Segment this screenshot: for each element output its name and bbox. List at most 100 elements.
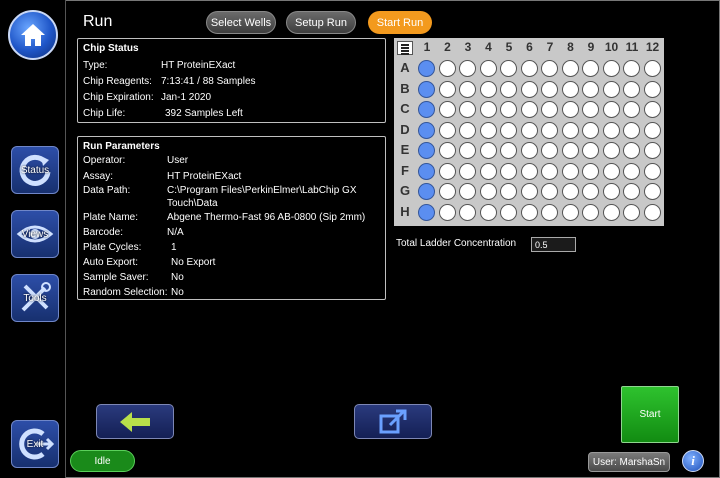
- well-C7[interactable]: [541, 101, 558, 118]
- tools-button[interactable]: Tools: [11, 274, 59, 322]
- row-header[interactable]: C: [398, 101, 412, 116]
- exit-button[interactable]: Exit: [11, 420, 59, 468]
- well-F3[interactable]: [459, 162, 476, 180]
- well-E7[interactable]: [541, 142, 558, 159]
- column-header[interactable]: 2: [438, 40, 458, 54]
- well-E2[interactable]: [438, 142, 456, 159]
- well-G3[interactable]: [459, 183, 476, 200]
- column-header[interactable]: 6: [520, 40, 540, 54]
- well-D2[interactable]: [438, 121, 456, 139]
- well-E10[interactable]: [602, 142, 620, 159]
- well-D1[interactable]: [418, 121, 435, 139]
- well-G10[interactable]: [602, 183, 620, 200]
- well-C4[interactable]: [479, 101, 497, 118]
- well-H1[interactable]: [418, 203, 435, 221]
- column-header[interactable]: 1: [417, 40, 437, 54]
- tab-setup-run[interactable]: Setup Run: [286, 11, 356, 34]
- well-D5[interactable]: [500, 121, 517, 139]
- well-C2[interactable]: [438, 101, 456, 118]
- well-E6[interactable]: [520, 142, 538, 159]
- well-E5[interactable]: [500, 142, 517, 159]
- well-D10[interactable]: [602, 121, 620, 139]
- well-A6[interactable]: [520, 60, 538, 77]
- ladder-concentration-input[interactable]: [531, 237, 576, 252]
- row-header[interactable]: E: [398, 142, 412, 157]
- well-F1[interactable]: [418, 162, 435, 180]
- well-G11[interactable]: [623, 183, 640, 200]
- well-A2[interactable]: [438, 60, 456, 77]
- well-C11[interactable]: [623, 101, 640, 118]
- well-B7[interactable]: [541, 80, 558, 98]
- column-header[interactable]: 3: [458, 40, 478, 54]
- well-G5[interactable]: [500, 183, 517, 200]
- well-B3[interactable]: [459, 80, 476, 98]
- status-button[interactable]: Status: [11, 146, 59, 194]
- well-E3[interactable]: [459, 142, 476, 159]
- column-header[interactable]: 8: [561, 40, 581, 54]
- well-A9[interactable]: [582, 60, 599, 77]
- well-D6[interactable]: [520, 121, 538, 139]
- well-G12[interactable]: [643, 183, 661, 200]
- column-header[interactable]: 12: [643, 40, 663, 54]
- well-B5[interactable]: [500, 80, 517, 98]
- well-E9[interactable]: [582, 142, 599, 159]
- well-A1[interactable]: [418, 60, 435, 77]
- column-header[interactable]: 9: [581, 40, 601, 54]
- well-H9[interactable]: [582, 203, 599, 221]
- well-E8[interactable]: [561, 142, 579, 159]
- well-A10[interactable]: [602, 60, 620, 77]
- well-C5[interactable]: [500, 101, 517, 118]
- column-header[interactable]: 5: [499, 40, 519, 54]
- well-B12[interactable]: [643, 80, 661, 98]
- well-C8[interactable]: [561, 101, 579, 118]
- well-H12[interactable]: [643, 203, 661, 221]
- well-C6[interactable]: [520, 101, 538, 118]
- well-G6[interactable]: [520, 183, 538, 200]
- row-header[interactable]: D: [398, 122, 412, 137]
- well-C1[interactable]: [418, 101, 435, 118]
- well-D12[interactable]: [643, 121, 661, 139]
- well-H10[interactable]: [602, 203, 620, 221]
- well-D7[interactable]: [541, 121, 558, 139]
- well-F11[interactable]: [623, 162, 640, 180]
- back-button[interactable]: [96, 404, 174, 439]
- well-B8[interactable]: [561, 80, 579, 98]
- well-D8[interactable]: [561, 121, 579, 139]
- well-G8[interactable]: [561, 183, 579, 200]
- well-A11[interactable]: [623, 60, 640, 77]
- well-D4[interactable]: [479, 121, 497, 139]
- well-F5[interactable]: [500, 162, 517, 180]
- column-header[interactable]: 11: [622, 40, 642, 54]
- well-E4[interactable]: [479, 142, 497, 159]
- row-header[interactable]: B: [398, 81, 412, 96]
- well-H4[interactable]: [479, 203, 497, 221]
- well-H7[interactable]: [541, 203, 558, 221]
- well-C9[interactable]: [582, 101, 599, 118]
- tab-start-run[interactable]: Start Run: [368, 11, 432, 34]
- well-E1[interactable]: [418, 142, 435, 159]
- views-button[interactable]: Views: [11, 210, 59, 258]
- well-B1[interactable]: [418, 80, 435, 98]
- row-header[interactable]: F: [398, 163, 412, 178]
- well-F10[interactable]: [602, 162, 620, 180]
- column-header[interactable]: 7: [540, 40, 560, 54]
- well-G2[interactable]: [438, 183, 456, 200]
- well-D11[interactable]: [623, 121, 640, 139]
- well-H6[interactable]: [520, 203, 538, 221]
- well-C12[interactable]: [643, 101, 661, 118]
- well-B10[interactable]: [602, 80, 620, 98]
- well-H8[interactable]: [561, 203, 579, 221]
- home-button[interactable]: [8, 10, 58, 60]
- export-button[interactable]: [354, 404, 432, 439]
- well-F4[interactable]: [479, 162, 497, 180]
- well-B4[interactable]: [479, 80, 497, 98]
- well-F2[interactable]: [438, 162, 456, 180]
- well-A12[interactable]: [643, 60, 661, 77]
- column-header[interactable]: 4: [479, 40, 499, 54]
- well-E11[interactable]: [623, 142, 640, 159]
- well-E12[interactable]: [643, 142, 661, 159]
- well-H11[interactable]: [623, 203, 640, 221]
- well-H2[interactable]: [438, 203, 456, 221]
- well-F6[interactable]: [520, 162, 538, 180]
- well-F7[interactable]: [541, 162, 558, 180]
